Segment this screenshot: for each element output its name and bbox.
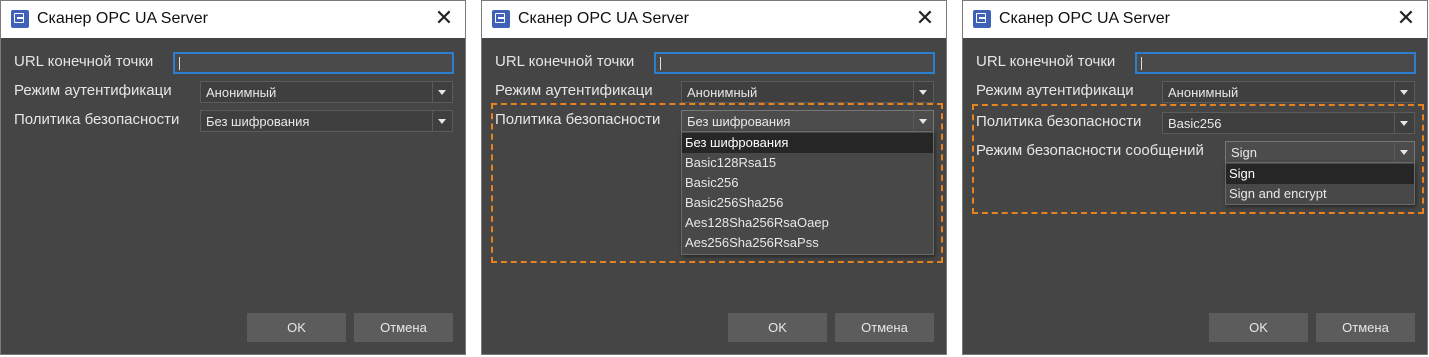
ok-button[interactable]: OK <box>728 313 827 342</box>
security-policy-value: Basic256 <box>1168 116 1222 131</box>
auth-mode-label: Режим аутентификаци <box>976 82 1134 99</box>
security-policy-value: Без шифрования <box>687 114 791 129</box>
message-security-mode-dropdown: Sign Sign and encrypt <box>1225 162 1415 205</box>
message-security-mode-value: Sign <box>1231 145 1258 160</box>
chevron-down-icon[interactable] <box>432 111 452 131</box>
chevron-down-icon[interactable] <box>1394 142 1414 162</box>
message-security-mode-select[interactable]: Sign <box>1225 141 1415 163</box>
security-policy-select[interactable]: Без шифрования <box>200 110 453 132</box>
dropdown-option[interactable]: Sign <box>1226 164 1414 184</box>
close-button[interactable]: ✕ <box>914 7 936 31</box>
security-policy-select[interactable]: Без шифрования <box>681 110 934 132</box>
chevron-down-icon[interactable] <box>913 111 933 131</box>
title-bar: Сканер OPC UA Server ✕ <box>1 1 465 38</box>
cancel-button[interactable]: Отмена <box>835 313 934 342</box>
text-caret <box>660 57 661 70</box>
ok-button[interactable]: OK <box>1209 313 1308 342</box>
chevron-down-icon[interactable] <box>432 82 452 102</box>
text-caret <box>1141 57 1142 70</box>
auth-mode-value: Анонимный <box>206 85 277 100</box>
security-policy-label: Политика безопасности <box>495 111 661 128</box>
app-window-icon <box>973 10 991 28</box>
url-label: URL конечной точки <box>976 53 1116 70</box>
message-security-mode-label: Режим безопасности сообщений <box>976 142 1204 159</box>
security-policy-select[interactable]: Basic256 <box>1162 112 1415 134</box>
security-policy-value: Без шифрования <box>206 114 310 129</box>
dropdown-option[interactable]: Basic256 <box>682 173 933 193</box>
dropdown-option[interactable]: Aes128Sha256RsaOaep <box>682 213 933 233</box>
auth-mode-label: Режим аутентификаци <box>14 82 172 99</box>
app-window-icon <box>492 10 510 28</box>
title-bar: Сканер OPC UA Server ✕ <box>963 1 1427 38</box>
dialog-policy-dropdown: Сканер OPC UA Server ✕ URL конечной точк… <box>481 0 947 355</box>
security-policy-dropdown: Без шифрования Basic128Rsa15 Basic256 Ba… <box>681 131 934 255</box>
close-button[interactable]: ✕ <box>1395 7 1417 31</box>
dropdown-option[interactable]: Sign and encrypt <box>1226 184 1414 204</box>
ok-button[interactable]: OK <box>247 313 346 342</box>
url-input[interactable] <box>173 52 454 74</box>
close-button[interactable]: ✕ <box>433 7 455 31</box>
dialog-message-mode-dropdown: Сканер OPC UA Server ✕ URL конечной точк… <box>962 0 1428 355</box>
text-caret <box>179 57 180 70</box>
cancel-button[interactable]: Отмена <box>354 313 453 342</box>
dialog-title: Сканер OPC UA Server <box>518 10 689 27</box>
security-policy-label: Политика безопасности <box>14 111 180 128</box>
dialog-title: Сканер OPC UA Server <box>999 10 1170 27</box>
title-bar: Сканер OPC UA Server ✕ <box>482 1 946 38</box>
auth-mode-select[interactable]: Анонимный <box>200 81 453 103</box>
security-policy-label: Политика безопасности <box>976 113 1142 130</box>
auth-mode-select[interactable]: Анонимный <box>1162 81 1415 103</box>
chevron-down-icon[interactable] <box>1394 113 1414 133</box>
auth-mode-label: Режим аутентификаци <box>495 82 653 99</box>
chevron-down-icon[interactable] <box>1394 82 1414 102</box>
dialog-title: Сканер OPC UA Server <box>37 10 208 27</box>
url-label: URL конечной точки <box>14 53 154 70</box>
chevron-down-icon[interactable] <box>913 82 933 102</box>
auth-mode-value: Анонимный <box>1168 85 1239 100</box>
url-input[interactable] <box>654 52 935 74</box>
url-label: URL конечной точки <box>495 53 635 70</box>
auth-mode-value: Анонимный <box>687 85 758 100</box>
dropdown-option[interactable]: Aes256Sha256RsaPss <box>682 233 933 253</box>
cancel-button[interactable]: Отмена <box>1316 313 1415 342</box>
dropdown-option[interactable]: Basic256Sha256 <box>682 193 933 213</box>
dropdown-option[interactable]: Без шифрования <box>682 133 933 153</box>
app-window-icon <box>11 10 29 28</box>
auth-mode-select[interactable]: Анонимный <box>681 81 934 103</box>
url-input[interactable] <box>1135 52 1416 74</box>
dialog-default: Сканер OPC UA Server ✕ URL конечной точк… <box>0 0 466 355</box>
dropdown-option[interactable]: Basic128Rsa15 <box>682 153 933 173</box>
